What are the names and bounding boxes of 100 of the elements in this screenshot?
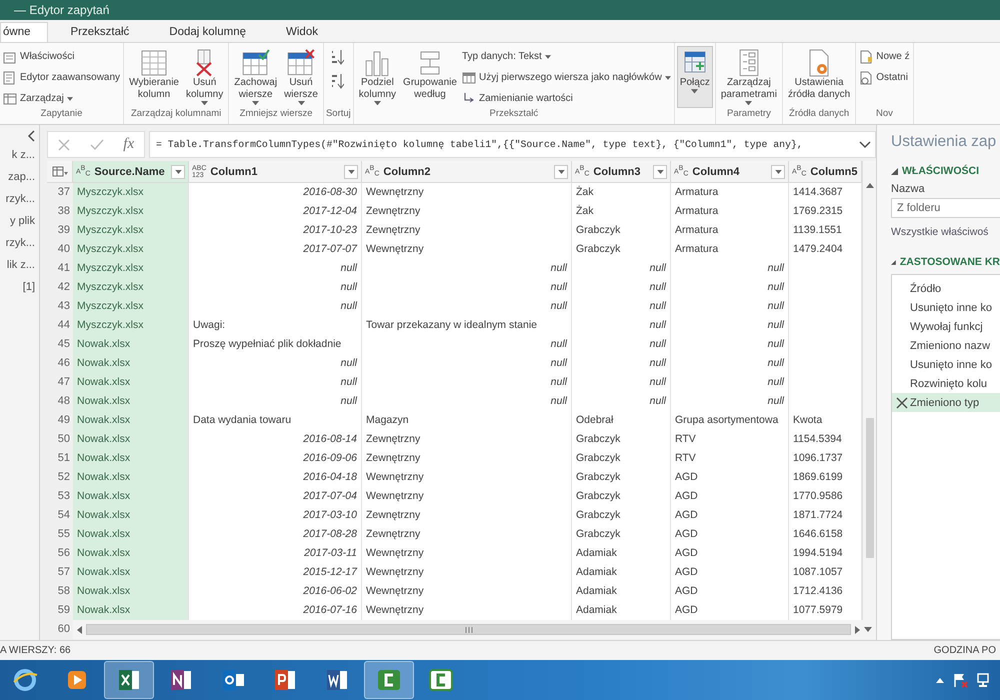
query-item[interactable]: rzyk... [0,232,39,254]
query-item[interactable]: lik z... [0,254,39,276]
table-cell: Nowak.xlsx [73,544,189,564]
query-item[interactable]: k z... [0,144,39,166]
table-cell: Armatura [671,221,789,241]
ribbon-tab[interactable]: ówne [0,22,48,42]
table-cell: Nowak.xlsx [73,601,189,621]
ribbon-button[interactable]: Zachowaj wiersze [231,46,280,108]
applied-step[interactable]: Rozwinięto kolu [892,374,1000,393]
table-cell: RTV [671,449,789,469]
ribbon-button[interactable]: Zarządzaj parametrami [718,46,780,108]
table-grid-icon [139,49,170,77]
ribbon-tab[interactable]: Przekształć [54,22,146,42]
query-item[interactable]: y plik [0,210,39,232]
query-item[interactable]: rzyk... [0,188,39,210]
table-cell: Odebrał [572,411,671,431]
table-cell: Wewnętrzny [362,601,572,621]
row-number: 42 [47,278,73,298]
applied-step[interactable]: Zmieniono nazw [892,336,1000,355]
filter-dropdown-button[interactable] [653,164,667,178]
ribbon-button[interactable]: Typ danych: Tekst [460,47,672,66]
ribbon-button[interactable]: Ostatni [858,68,911,87]
ribbon-button[interactable]: Nowe ź [858,47,911,66]
ribbon-button[interactable]: Usuń kolumny [183,46,226,108]
scroll-thumb[interactable] [866,418,874,558]
browser-icon [12,667,38,693]
ribbon-button[interactable]: Użyj pierwszego wiersza jako nagłówków [460,68,672,87]
ribbon-button[interactable]: Podziel kolumny [356,46,400,108]
ribbon-button[interactable]: Edytor zaawansowany [2,68,122,87]
vertical-scrollbar[interactable] [862,161,876,620]
ribbon-button[interactable]: Ustawienia źródła danych [784,46,854,108]
table-cell: null [572,335,671,355]
table-cell: Myszczyk.xlsx [73,259,189,279]
ribbon-button[interactable]: Zamienianie wartości [460,89,672,108]
all-properties-link[interactable]: Wszystkie właściwoś [891,226,1000,238]
table-cell: 2017-07-07 [189,240,362,260]
horizontal-scrollbar[interactable] [73,620,876,639]
ribbon-button[interactable]: Grupowanie według [400,46,460,108]
ribbon-tab[interactable]: Dodaj kolumnę [152,22,264,42]
table-cell: Adamiak [572,544,671,564]
table-cell: Myszczyk.xlsx [73,183,189,203]
taskbar-app-button[interactable] [364,661,414,699]
table-cell: AGD [671,563,789,583]
ribbon-tab[interactable]: Widok [269,22,335,42]
applied-step[interactable]: Usunięto inne ko [892,298,1000,317]
ribbon-button[interactable]: Połącz [676,46,713,108]
table-cell: null [671,278,789,298]
table-cell: Nowak.xlsx [73,506,189,526]
table-cell: Nowak.xlsx [73,411,189,431]
ribbon-button[interactable]: Zarządzaj [2,89,122,108]
applied-step[interactable]: Źródło [892,279,1000,298]
network-icon [976,672,992,688]
filter-dropdown-button[interactable] [554,164,568,178]
caret-icon [174,170,182,174]
taskbar-app-button[interactable] [104,661,154,699]
recorder-app-icon [376,667,402,693]
table-header-icon [462,70,476,84]
pane-title: Ustawienia zap [891,133,998,151]
scroll-thumb[interactable] [86,624,851,635]
table-cell: Data wydania towaru [189,411,362,431]
table-cell: 1646.6158 [789,525,862,545]
presentation-app-icon [272,667,298,693]
table-cell: Grabczyk [572,525,671,545]
table-cell: 2017-12-04 [189,202,362,222]
table-cell: Grabczyk [572,449,671,469]
sort-descending-icon [330,73,344,89]
table-cell: null [671,335,789,355]
row-number: 47 [47,373,73,393]
applied-step[interactable]: Usunięto inne ko [892,355,1000,374]
expanded-triangle-icon [891,168,898,174]
row-number: 55 [47,525,73,545]
ribbon-button[interactable]: Wybieranie kolumn [126,46,182,108]
filter-dropdown-button[interactable] [171,164,185,178]
table-cell: Zewnętrzny [362,449,572,469]
table-cell: Zewnętrzny [362,202,572,222]
ribbon-button[interactable]: Właściwości [2,47,122,66]
filter-dropdown-button[interactable] [771,164,785,178]
table-cell: null [362,297,572,317]
ribbon-group-label: Sortuj [326,108,351,119]
ribbon-button[interactable]: Usuń wiersze [281,46,321,108]
row-number: 57 [47,563,73,583]
applied-step[interactable]: Wywołaj funkcj [892,317,1000,336]
tray-caret-icon [936,678,944,682]
query-item[interactable]: [1] [0,276,39,298]
delete-step-icon [896,396,908,408]
table-cell: 1869.6199 [789,468,862,488]
table-cell: null [362,373,572,393]
formula-field[interactable]: = Table.TransformColumnTypes(#"Rozwinięto kolumnę tabeli1",{{"Source.Name", type text}, {"Column1", type any}, [149,131,876,158]
name-field[interactable]: Z folderu [891,198,1000,218]
table-cell: Myszczyk.xlsx [73,202,189,222]
filter-dropdown-button[interactable] [344,164,358,178]
table-cell: null [189,259,362,279]
function-label[interactable]: fx [123,136,134,153]
chevron-down-icon [859,140,871,148]
query-item[interactable]: zap... [0,166,39,188]
table-remove-icon [286,49,316,77]
table-cell: null [572,392,671,412]
table-cell: null [189,354,362,374]
table-cell: Nowak.xlsx [73,449,189,469]
applied-step[interactable]: Zmieniono typ [892,393,1000,412]
